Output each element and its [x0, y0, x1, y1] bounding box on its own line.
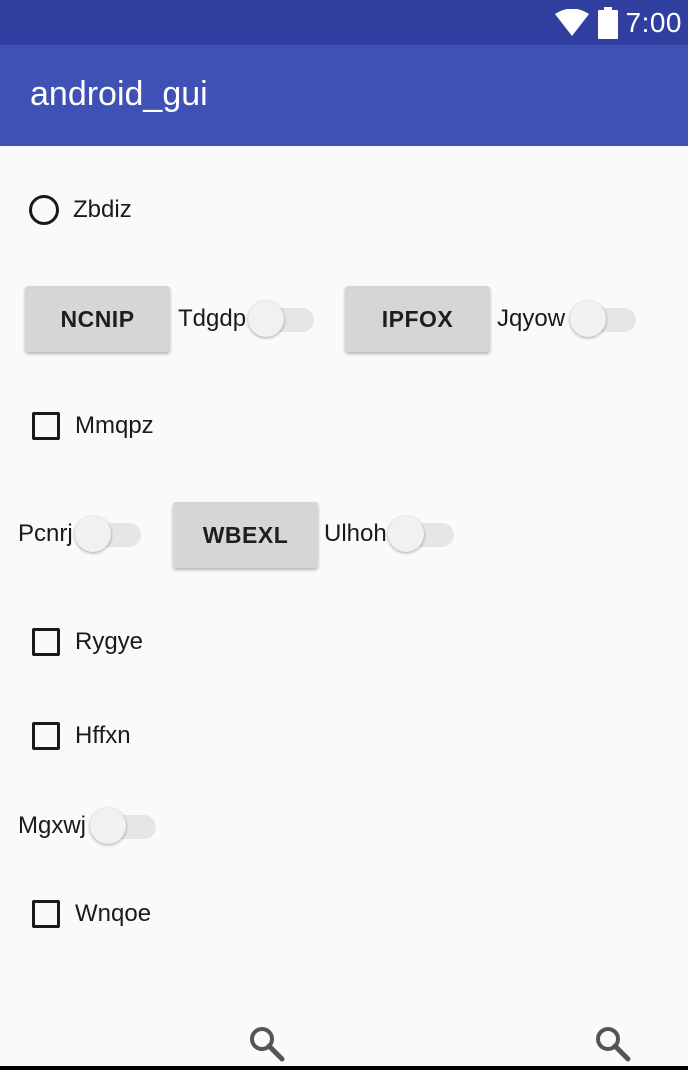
checkbox-wnqoe[interactable]: Wnqoe — [32, 884, 151, 944]
mgxwj-switch[interactable] — [90, 807, 156, 847]
checkbox-hffxn[interactable]: Hffxn — [32, 706, 131, 766]
radio-zbdiz[interactable]: Zbdiz — [29, 180, 132, 240]
switch-thumb — [248, 301, 284, 337]
navigation-bar-edge — [0, 1066, 688, 1070]
pcnrj-switch-label: Pcnrj — [18, 520, 73, 547]
status-bar: 7:00 — [0, 0, 688, 45]
checkbox-box[interactable] — [32, 628, 60, 656]
app-title: android_gui — [30, 75, 208, 113]
search-icon[interactable] — [249, 1026, 285, 1062]
switch-thumb — [75, 516, 111, 552]
mgxwj-switch-label: Mgxwj — [18, 812, 87, 839]
radio-zbdiz-label: Zbdiz — [73, 196, 132, 223]
app-bar: android_gui — [0, 45, 688, 146]
status-time: 7:00 — [625, 6, 682, 38]
checkbox-box[interactable] — [32, 900, 60, 928]
ncnip-button[interactable]: NCNIP — [25, 286, 170, 352]
tdgdp-switch[interactable] — [248, 300, 314, 340]
bottom-bar — [0, 1010, 688, 1066]
checkbox-box[interactable] — [32, 412, 60, 440]
switch-thumb — [388, 516, 424, 552]
checkbox-box[interactable] — [32, 722, 60, 750]
switch-thumb — [90, 808, 126, 844]
ulhoh-switch[interactable] — [388, 515, 454, 555]
checkbox-mmqpz-label: Mmqpz — [75, 412, 154, 439]
jqyow-switch[interactable] — [570, 300, 636, 340]
search-icon[interactable] — [595, 1026, 631, 1062]
ipfox-button[interactable]: IPFOX — [345, 286, 490, 352]
jqyow-switch-label: Jqyow — [497, 305, 566, 332]
tdgdp-switch-label: Tdgdp — [178, 305, 247, 332]
switch-thumb — [570, 301, 606, 337]
screen: 7:00 android_gui Zbdiz NCNIP Tdgdp IPFOX… — [0, 0, 688, 1070]
checkbox-rygye[interactable]: Rygye — [32, 612, 143, 672]
battery-icon — [597, 6, 618, 39]
ulhoh-switch-label: Ulhoh — [324, 520, 387, 547]
checkbox-wnqoe-label: Wnqoe — [75, 900, 152, 927]
wbexl-button[interactable]: WBEXL — [173, 502, 318, 568]
checkbox-rygye-label: Rygye — [75, 628, 144, 655]
checkbox-mmqpz[interactable]: Mmqpz — [32, 396, 154, 456]
radio-circle[interactable] — [29, 195, 59, 225]
status-icons: 7:00 — [554, 0, 683, 45]
checkbox-hffxn-label: Hffxn — [75, 722, 131, 749]
wifi-icon — [554, 8, 589, 36]
pcnrj-switch[interactable] — [75, 515, 141, 555]
